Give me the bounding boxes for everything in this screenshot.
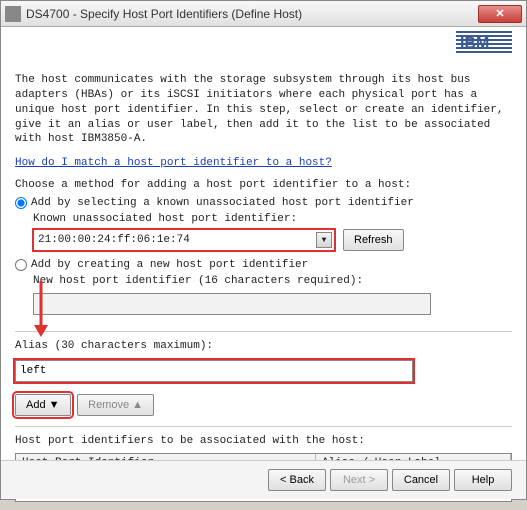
help-link[interactable]: How do I match a host port identifier to… (15, 157, 332, 169)
alias-highlight (15, 360, 413, 382)
radio-known-label: Add by selecting a known unassociated ho… (31, 197, 414, 209)
ibm-logo: IBM (456, 31, 512, 53)
help-button[interactable]: Help (454, 469, 512, 491)
new-identifier-input (33, 293, 431, 315)
add-remove-row: Add ▼ Remove ▲ (15, 394, 512, 416)
dropdown-arrow-icon: ▼ (316, 232, 332, 248)
radio-create[interactable] (15, 259, 27, 271)
window-title: DS4700 - Specify Host Port Identifiers (… (26, 7, 478, 21)
next-button: Next > (330, 469, 388, 491)
method-label: Choose a method for adding a host port i… (15, 179, 512, 191)
new-identifier-label: New host port identifier (16 characters … (33, 275, 512, 287)
radio-known[interactable] (15, 197, 27, 209)
close-button[interactable]: ✕ (478, 5, 522, 23)
alias-input[interactable] (15, 360, 413, 382)
intro-text: The host communicates with the storage s… (15, 73, 512, 147)
known-identifier-dropdown[interactable]: 21:00:00:24:ff:06:1e:74 ▼ (33, 229, 335, 251)
dialog-window: DS4700 - Specify Host Port Identifiers (… (0, 0, 527, 500)
footer-buttons: < Back Next > Cancel Help (1, 460, 526, 499)
app-icon (5, 6, 21, 22)
separator-2 (15, 426, 512, 427)
known-identifier-label: Known unassociated host port identifier: (33, 213, 512, 225)
close-icon: ✕ (495, 7, 504, 20)
content-area: The host communicates with the storage s… (1, 65, 526, 510)
svg-text:IBM: IBM (460, 35, 489, 52)
cancel-button[interactable]: Cancel (392, 469, 450, 491)
separator (15, 331, 512, 332)
back-button[interactable]: < Back (268, 469, 326, 491)
add-button[interactable]: Add ▼ (15, 394, 71, 416)
titlebar: DS4700 - Specify Host Port Identifiers (… (1, 1, 526, 27)
alias-label: Alias (30 characters maximum): (15, 340, 512, 352)
table-label: Host port identifiers to be associated w… (15, 435, 512, 447)
annotation-arrow (31, 281, 51, 341)
radio-create-label: Add by creating a new host port identifi… (31, 259, 308, 271)
dropdown-value: 21:00:00:24:ff:06:1e:74 (38, 234, 190, 246)
radio-option-create[interactable]: Add by creating a new host port identifi… (15, 259, 512, 271)
refresh-button[interactable]: Refresh (343, 229, 404, 251)
logo-area: IBM (1, 27, 526, 65)
remove-button: Remove ▲ (77, 394, 154, 416)
radio-option-known[interactable]: Add by selecting a known unassociated ho… (15, 197, 512, 209)
